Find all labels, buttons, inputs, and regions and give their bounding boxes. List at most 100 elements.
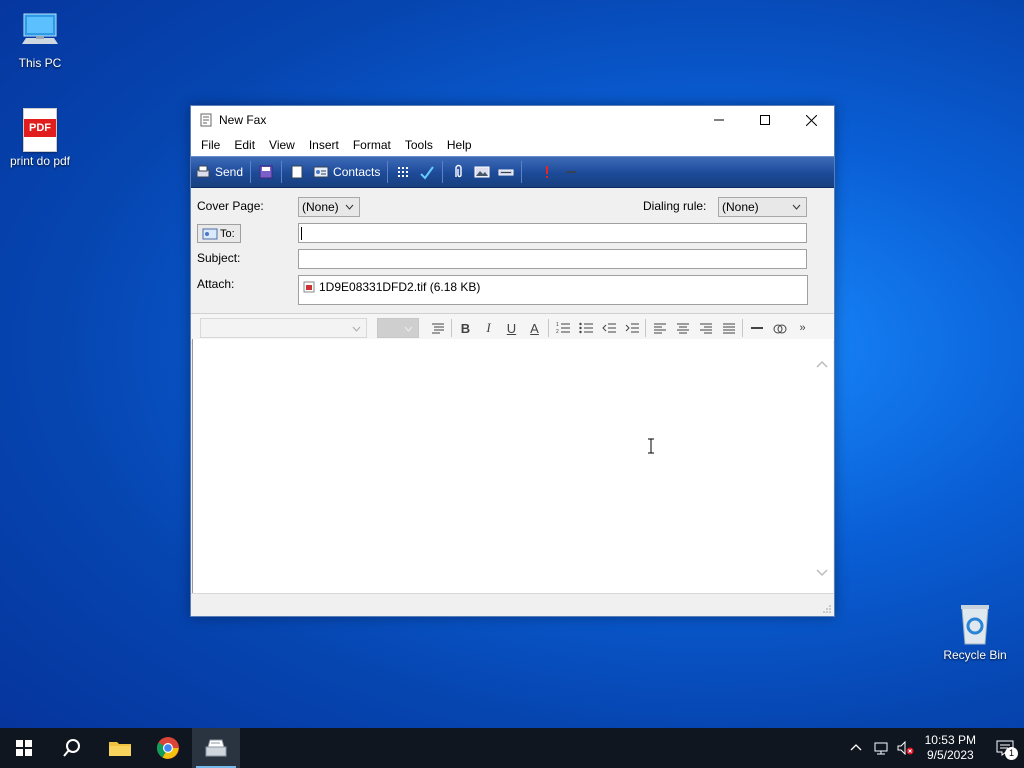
network-icon[interactable] [873,741,889,755]
close-button[interactable] [788,106,834,134]
menu-file[interactable]: File [194,138,227,152]
resize-grip-icon[interactable] [822,604,832,614]
desktop-icon-print-do-pdf[interactable]: PDF print do pdf [0,108,80,168]
folder-icon [109,742,131,756]
align-center-button[interactable] [671,318,694,338]
bold-button[interactable]: B [454,318,477,338]
paperclip-icon [450,164,466,180]
cover-page-select[interactable]: (None) [298,197,360,217]
start-button[interactable] [0,728,48,768]
desktop-icon-recycle-bin[interactable]: Recycle Bin [935,602,1015,662]
subject-field[interactable] [298,249,807,269]
exclamation-icon [539,164,555,180]
dial-pad-button[interactable] [391,161,415,183]
low-priority-button[interactable] [559,161,583,183]
cover-page-label: Cover Page: [197,199,264,213]
font-color-button[interactable]: A [523,318,546,338]
desktop-icon-label: This PC [18,56,62,70]
save-button[interactable] [254,161,278,183]
priority-button[interactable] [525,161,559,183]
scroll-up-icon[interactable] [816,360,828,368]
send-fax-icon [195,164,211,180]
system-tray: 10:53 PM 9/5/2023 1 [849,728,1024,768]
minimize-icon [714,119,724,121]
numbered-list-button[interactable]: 12 [551,318,574,338]
menu-help[interactable]: Help [440,138,479,152]
action-center-button[interactable]: 1 [990,728,1020,768]
decrease-indent-button[interactable] [597,318,620,338]
window-title: New Fax [219,113,267,127]
computer-icon [18,10,62,54]
clock-time: 10:53 PM [924,733,976,747]
align-right-button[interactable] [694,318,717,338]
to-field[interactable] [298,223,807,243]
menu-format[interactable]: Format [346,138,398,152]
menu-edit[interactable]: Edit [227,138,262,152]
spell-check-button[interactable] [415,161,439,183]
chrome-button[interactable] [144,728,192,768]
clock[interactable]: 10:53 PM 9/5/2023 [925,733,976,763]
fax-header-form: Cover Page: (None) Dialing rule: (None) … [191,188,834,313]
attachment-item[interactable]: 1D9E08331DFD2.tif (6.18 KB) [303,280,480,294]
keypad-icon [395,164,411,180]
dialing-rule-label: Dialing rule: [643,199,707,213]
contacts-button[interactable]: Contacts [309,161,384,183]
notification-count-badge: 1 [1005,747,1018,760]
fax-body-editor[interactable] [192,339,833,593]
increase-indent-button[interactable] [620,318,643,338]
attachment-list[interactable]: 1D9E08331DFD2.tif (6.18 KB) [298,275,808,305]
minimize-button[interactable] [696,106,742,134]
bullet-list-button[interactable] [574,318,597,338]
attachment-name: 1D9E08331DFD2.tif (6.18 KB) [319,280,481,294]
page-icon [289,164,305,180]
recycle-bin-icon [953,602,997,646]
underline-button[interactable]: U [500,318,523,338]
italic-button[interactable]: I [477,318,500,338]
maximize-button[interactable] [742,106,788,134]
dash-icon [563,164,579,180]
fax-app-taskbar-button[interactable] [192,728,240,768]
attach-label: Attach: [197,277,235,291]
justify-button[interactable] [717,318,740,338]
chevron-up-icon[interactable] [849,741,863,755]
justify-icon [722,323,735,334]
font-name-select[interactable] [200,318,367,338]
desktop-icon-label: print do pdf [9,154,71,168]
font-size-select[interactable] [377,318,419,338]
insert-link-button[interactable] [768,318,791,338]
menu-insert[interactable]: Insert [302,138,346,152]
dialing-rule-select[interactable]: (None) [718,197,807,217]
insert-picture-button[interactable] [470,161,494,183]
cover-page-value: (None) [302,200,339,214]
menu-view[interactable]: View [262,138,302,152]
to-button[interactable]: To: [197,224,241,243]
title-bar[interactable]: New Fax [191,106,834,134]
dialing-rule-value: (None) [722,200,759,214]
align-left-button[interactable] [648,318,671,338]
desktop-icon-this-pc[interactable]: This PC [0,10,80,70]
horizontal-line-button[interactable] [745,318,768,338]
fax-machine-icon [205,739,227,757]
tif-file-icon [303,281,315,293]
toolbar-overflow-button[interactable]: » [791,318,814,338]
cover-page-button[interactable] [285,161,309,183]
pdf-badge: PDF [24,119,56,137]
paragraph-style-button[interactable] [426,318,449,338]
chevron-down-icon [792,204,801,210]
paragraph-style-icon [431,323,444,334]
bullet-list-icon [578,322,593,334]
contact-card-icon [313,164,329,180]
file-explorer-button[interactable] [96,728,144,768]
subject-label: Subject: [197,251,241,265]
scan-button[interactable] [494,161,518,183]
scroll-down-icon[interactable] [816,569,828,577]
menu-tools[interactable]: Tools [398,138,440,152]
volume-muted-icon[interactable] [897,741,915,755]
chevron-down-icon [345,204,354,210]
svg-text:2: 2 [556,329,559,335]
save-icon [258,164,274,180]
attach-button[interactable] [446,161,470,183]
send-button[interactable]: Send [191,161,247,183]
fax-document-icon [199,113,213,127]
search-button[interactable] [48,728,96,768]
